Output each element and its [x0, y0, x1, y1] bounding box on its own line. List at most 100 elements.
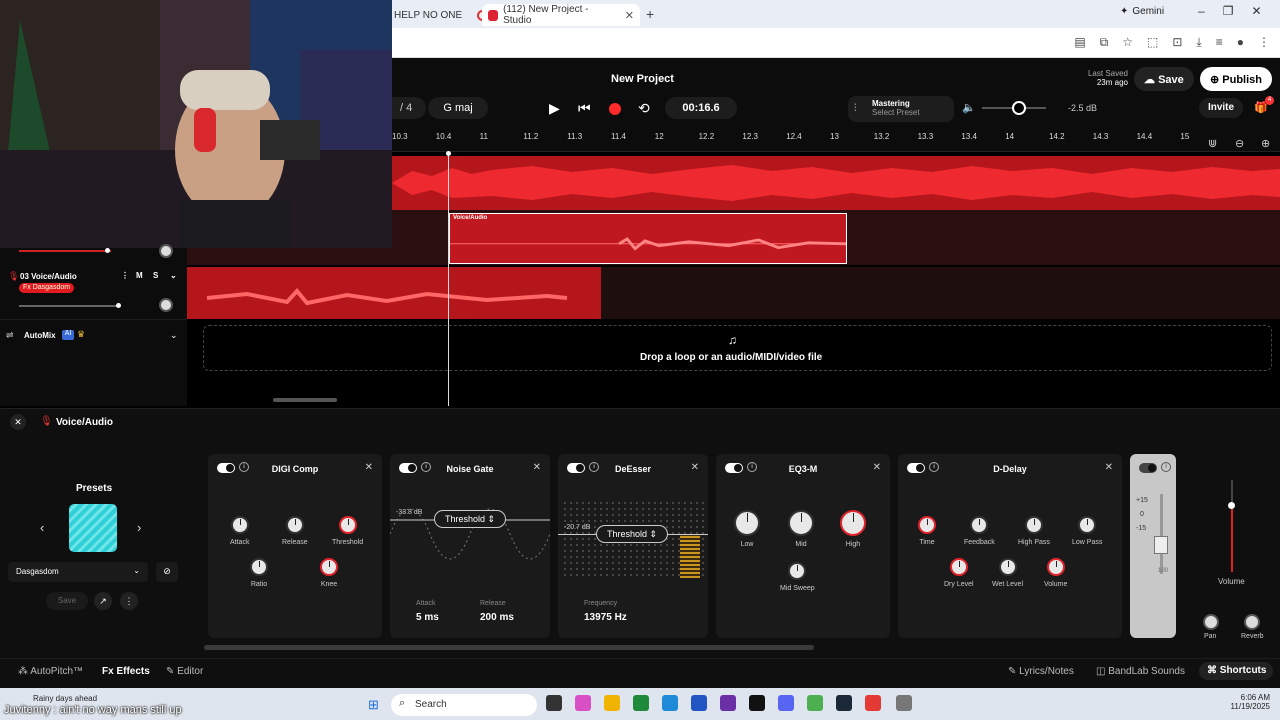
voice-audio-clip[interactable]: Voice/Audio [449, 213, 847, 264]
close-tab-icon[interactable]: ✕ [625, 9, 634, 22]
close-icon[interactable]: ✕ [1105, 462, 1113, 473]
track-2-volume-slider[interactable] [19, 250, 111, 252]
more-icon[interactable]: ⋮ [120, 592, 138, 610]
track-3-pan-knob[interactable] [159, 298, 173, 312]
windows-start-icon[interactable]: ⊞ [368, 697, 379, 713]
knob-feedback[interactable]: Feedback [964, 516, 995, 546]
reverb-knob[interactable] [1244, 614, 1260, 630]
share-icon[interactable]: ↗ [94, 592, 112, 610]
lyrics-button[interactable]: ✎ Lyrics/Notes [1008, 666, 1074, 677]
media-icon[interactable]: ≡ [1216, 35, 1223, 50]
time-signature[interactable]: / 4 [392, 97, 426, 119]
track-3-fx-badge[interactable]: Fx Dasgasdom [19, 283, 75, 293]
browser-tab-help[interactable]: HELP NO ONE [388, 4, 494, 26]
cast-icon[interactable]: ⧉ [1100, 35, 1109, 50]
knob-low[interactable]: Low [734, 510, 760, 548]
chrome-icon[interactable] [865, 695, 881, 711]
loop-icon[interactable]: ⟲ [638, 100, 650, 117]
master-volume-handle[interactable] [1012, 101, 1026, 115]
task-view-icon[interactable] [546, 695, 562, 711]
publish-button[interactable]: ⊕ Publish [1200, 67, 1272, 91]
knob-ratio[interactable]: Ratio [250, 558, 268, 588]
track-3-header[interactable]: 🎙 03 Voice/Audio Fx Dasgasdom ⋮ M S ⌄ [0, 266, 187, 320]
discord-icon[interactable] [778, 695, 794, 711]
knob-attack[interactable]: Attack [230, 516, 249, 546]
obs-icon[interactable] [749, 695, 765, 711]
extensions-icon[interactable]: ⬚ [1147, 35, 1158, 50]
knob-wet-level[interactable]: Wet Level [992, 558, 1023, 588]
tab-search-icon[interactable]: ⊡ [1172, 35, 1182, 50]
star-icon[interactable]: ☆ [1122, 35, 1133, 50]
effects-scrollbar[interactable] [204, 645, 814, 650]
knob-high-pass[interactable]: High Pass [1018, 516, 1050, 546]
new-tab-button[interactable]: + [646, 6, 654, 22]
project-title[interactable]: New Project [611, 73, 674, 85]
attack-value[interactable]: 5 ms [416, 612, 439, 623]
close-window-button[interactable]: ✕ [1251, 4, 1261, 18]
save-button[interactable]: ☁ Save [1134, 67, 1194, 91]
fx-bypass-icon[interactable]: ⊘ [156, 562, 178, 582]
info-icon[interactable]: i [1161, 462, 1171, 472]
track-1-region[interactable] [392, 156, 1280, 210]
system-clock[interactable]: 6:06 AM 11/19/2025 [1222, 693, 1270, 711]
next-preset-icon[interactable]: › [137, 520, 141, 535]
frequency-value[interactable]: 13975 Hz [584, 612, 627, 623]
track-3-volume-slider[interactable] [19, 305, 119, 307]
chrome-alt-icon[interactable] [807, 695, 823, 711]
pan-knob[interactable] [1203, 614, 1219, 630]
deesser-threshold-pill[interactable]: Threshold ⇕ [596, 525, 668, 543]
browser-tab-studio[interactable]: (112) New Project - Studio ✕ [482, 4, 640, 26]
playhead-handle[interactable] [446, 151, 451, 156]
mastering-button[interactable]: Mastering Select Preset [848, 96, 954, 122]
weather-widget[interactable]: Rainy days ahead [33, 694, 97, 703]
preset-save-button[interactable]: Save [46, 592, 88, 610]
knob-mid-sweep[interactable]: Mid Sweep [780, 562, 815, 592]
shortcuts-button[interactable]: ⌘ Shortcuts [1199, 662, 1273, 680]
file-explorer-icon[interactable] [604, 695, 620, 711]
steam-icon[interactable] [836, 695, 852, 711]
drop-zone[interactable] [203, 325, 1272, 371]
fx-toggle[interactable] [1139, 463, 1157, 473]
automix-label[interactable]: AutoMix [24, 331, 56, 340]
volume-fader-handle[interactable] [1228, 502, 1235, 509]
skip-back-icon[interactable]: ⏮ [578, 100, 591, 117]
knob-threshold[interactable]: Threshold [332, 516, 363, 546]
track-2-volume-handle[interactable] [105, 248, 110, 253]
play-icon[interactable]: ▶ [549, 100, 560, 117]
app-icon[interactable] [720, 695, 736, 711]
close-icon[interactable]: ✕ [691, 462, 699, 473]
knob-time[interactable]: Time [918, 516, 936, 546]
invite-button[interactable]: Invite [1199, 98, 1243, 118]
key-selector[interactable]: G maj [428, 97, 488, 119]
preset-select[interactable]: Dasgasdom ⌄ [8, 562, 148, 582]
autopitch-button[interactable]: ⁂ AutoPitch™ [18, 666, 83, 677]
knob-low-pass[interactable]: Low Pass [1072, 516, 1102, 546]
speaker-icon[interactable]: 🔈 [962, 101, 976, 114]
editor-button[interactable]: ✎ Editor [166, 666, 203, 677]
zoom-out-icon[interactable]: ⊖ [1235, 137, 1244, 150]
release-value[interactable]: 200 ms [480, 612, 514, 623]
minimize-button[interactable]: – [1198, 4, 1205, 18]
chevron-down-icon[interactable]: ⌄ [170, 271, 177, 280]
track-3-name[interactable]: 03 Voice/Audio [20, 272, 77, 281]
track-more-icon[interactable]: ⋮ [121, 271, 129, 280]
store-icon[interactable] [691, 695, 707, 711]
record-button[interactable] [609, 103, 621, 115]
track-2-pan-knob[interactable] [159, 244, 173, 258]
chevron-down-icon[interactable]: ⌄ [170, 330, 178, 341]
menu-icon[interactable]: ⋮ [1258, 35, 1270, 50]
xbox-icon[interactable] [633, 695, 649, 711]
close-icon[interactable]: ✕ [533, 462, 541, 473]
download-icon[interactable]: ⤓ [1196, 35, 1201, 50]
solo-button[interactable]: S [153, 271, 158, 280]
knob-volume[interactable]: Volume [1044, 558, 1067, 588]
close-panel-icon[interactable]: ✕ [10, 414, 26, 430]
knob-dry-level[interactable]: Dry Level [944, 558, 974, 588]
edge-icon[interactable] [662, 695, 678, 711]
profile-avatar[interactable]: ● [1237, 35, 1244, 50]
knob-high[interactable]: High [840, 510, 866, 548]
preset-artwork[interactable] [69, 504, 117, 552]
timeline-scrollbar[interactable] [273, 398, 337, 402]
mute-button[interactable]: M [136, 271, 143, 280]
knob-mid[interactable]: Mid [788, 510, 814, 548]
